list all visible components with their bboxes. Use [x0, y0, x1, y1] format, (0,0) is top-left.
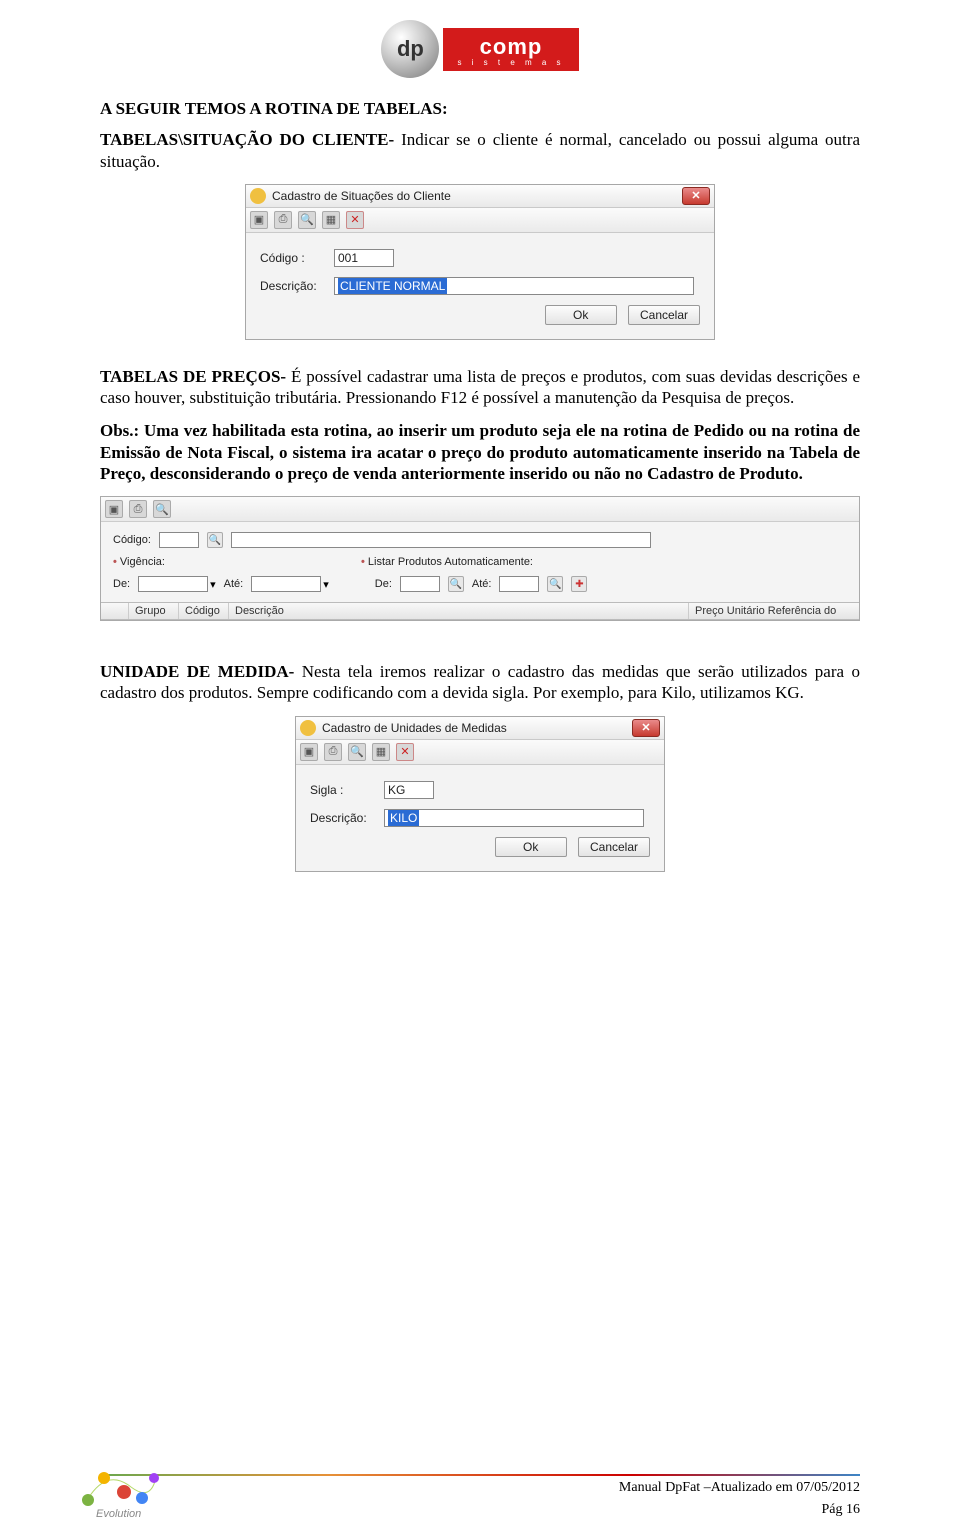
- footer-page: Pág 16: [100, 1502, 860, 1518]
- window-title: Cadastro de Situações do Cliente: [272, 189, 451, 203]
- input-sigla[interactable]: KG: [384, 781, 434, 799]
- col-codigo: Código: [179, 603, 229, 619]
- ok-button[interactable]: Ok: [545, 305, 617, 325]
- para2-lead: TABELAS DE PREÇOS-: [100, 367, 286, 386]
- label-listar-auto: Listar Produtos Automaticamente:: [361, 556, 533, 568]
- label-codigo: Código:: [113, 534, 151, 546]
- logo-plate: comp s i s t e m a s: [443, 28, 578, 71]
- input-ate-2[interactable]: [499, 576, 539, 592]
- chevron-down-icon[interactable]: ▾: [323, 578, 329, 591]
- input-de-1[interactable]: [138, 576, 208, 592]
- input-codigo[interactable]: [159, 532, 199, 548]
- label-de-2: De:: [375, 578, 392, 590]
- grid-icon[interactable]: ▦: [322, 211, 340, 229]
- window-title: Cadastro de Unidades de Medidas: [322, 721, 507, 735]
- svg-text:Evolution: Evolution: [96, 1508, 141, 1520]
- logo-sphere: dp: [381, 20, 439, 78]
- search-icon[interactable]: 🔍: [348, 743, 366, 761]
- page-footer: Evolution Manual DpFat –Atualizado em 07…: [100, 1474, 860, 1518]
- ok-button[interactable]: Ok: [495, 837, 567, 857]
- grid-icon[interactable]: ▦: [372, 743, 390, 761]
- input-de-2[interactable]: [400, 576, 440, 592]
- close-icon[interactable]: ✕: [682, 187, 710, 205]
- label-descricao: Descrição:: [310, 811, 384, 825]
- para1-lead: TABELAS\SITUAÇÃO DO CLIENTE-: [100, 130, 394, 149]
- grid-headers: Grupo Código Descrição Preço Unitário Re…: [101, 602, 859, 620]
- label-de-1: De:: [113, 578, 130, 590]
- header-logo: dp comp s i s t e m a s: [100, 20, 860, 78]
- add-icon[interactable]: ✚: [571, 576, 587, 592]
- app-icon: [300, 720, 316, 736]
- evolution-logo: Evolution: [76, 1462, 166, 1522]
- col-preco: Preço Unitário Referência do: [689, 603, 859, 619]
- input-codigo-desc[interactable]: [231, 532, 651, 548]
- label-ate-1: Até:: [224, 578, 244, 590]
- para4-lead: UNIDADE DE MEDIDA-: [100, 662, 294, 681]
- label-sigla: Sigla :: [310, 783, 384, 797]
- lookup-icon[interactable]: 🔍: [547, 576, 563, 592]
- window-titlebar: Cadastro de Situações do Cliente ✕: [246, 185, 714, 208]
- cancel-button[interactable]: Cancelar: [578, 837, 650, 857]
- search-icon[interactable]: 🔍: [298, 211, 316, 229]
- delete-icon[interactable]: ✕: [396, 743, 414, 761]
- close-icon[interactable]: ✕: [632, 719, 660, 737]
- new-icon[interactable]: ▣: [250, 211, 268, 229]
- label-codigo: Código :: [260, 251, 334, 265]
- label-ate-2: Até:: [472, 578, 492, 590]
- cancel-button[interactable]: Cancelar: [628, 305, 700, 325]
- new-icon[interactable]: ▣: [300, 743, 318, 761]
- delete-icon[interactable]: ✕: [346, 211, 364, 229]
- input-codigo[interactable]: 001: [334, 249, 394, 267]
- logo-text-main: comp: [457, 34, 564, 60]
- label-descricao: Descrição:: [260, 279, 334, 293]
- print-icon[interactable]: ⎙: [324, 743, 342, 761]
- figure-cadastro-unidades: Cadastro de Unidades de Medidas ✕ ▣ ⎙ 🔍 …: [295, 716, 665, 872]
- col-grupo: Grupo: [129, 603, 179, 619]
- chevron-down-icon[interactable]: ▾: [210, 578, 216, 591]
- footer-updated: Manual DpFat –Atualizado em 07/05/2012: [100, 1480, 860, 1496]
- print-icon[interactable]: ⎙: [274, 211, 292, 229]
- figure-cadastro-situacoes: Cadastro de Situações do Cliente ✕ ▣ ⎙ 🔍…: [245, 184, 715, 340]
- lookup-icon[interactable]: 🔍: [448, 576, 464, 592]
- input-ate-1[interactable]: [251, 576, 321, 592]
- paragraph-unidade: UNIDADE DE MEDIDA- Nesta tela iremos rea…: [100, 661, 860, 704]
- print-icon[interactable]: ⎙: [129, 500, 147, 518]
- window-toolbar: ▣ ⎙ 🔍 ▦ ✕: [246, 208, 714, 233]
- window-toolbar: ▣ ⎙ 🔍 ▦ ✕: [296, 740, 664, 765]
- section-heading: A SEGUIR TEMOS A ROTINA DE TABELAS:: [100, 98, 860, 119]
- input-descricao[interactable]: KILO: [388, 810, 419, 826]
- lookup-icon[interactable]: 🔍: [207, 532, 223, 548]
- paragraph-situacao: TABELAS\SITUAÇÃO DO CLIENTE- Indicar se …: [100, 129, 860, 172]
- figure-tabela-precos: ▣ ⎙ 🔍 Código: 🔍 Vigência: Listar Produto…: [100, 496, 860, 621]
- paragraph-precos: TABELAS DE PREÇOS- É possível cadastrar …: [100, 366, 860, 409]
- new-icon[interactable]: ▣: [105, 500, 123, 518]
- app-icon: [250, 188, 266, 204]
- search-icon[interactable]: 🔍: [153, 500, 171, 518]
- paragraph-obs: Obs.: Uma vez habilitada esta rotina, ao…: [100, 420, 860, 484]
- window-titlebar: Cadastro de Unidades de Medidas ✕: [296, 717, 664, 740]
- label-vigencia: Vigência:: [113, 556, 165, 568]
- col-descricao: Descrição: [229, 603, 689, 619]
- input-descricao[interactable]: CLIENTE NORMAL: [338, 278, 447, 294]
- logo-text-sub: s i s t e m a s: [457, 58, 564, 67]
